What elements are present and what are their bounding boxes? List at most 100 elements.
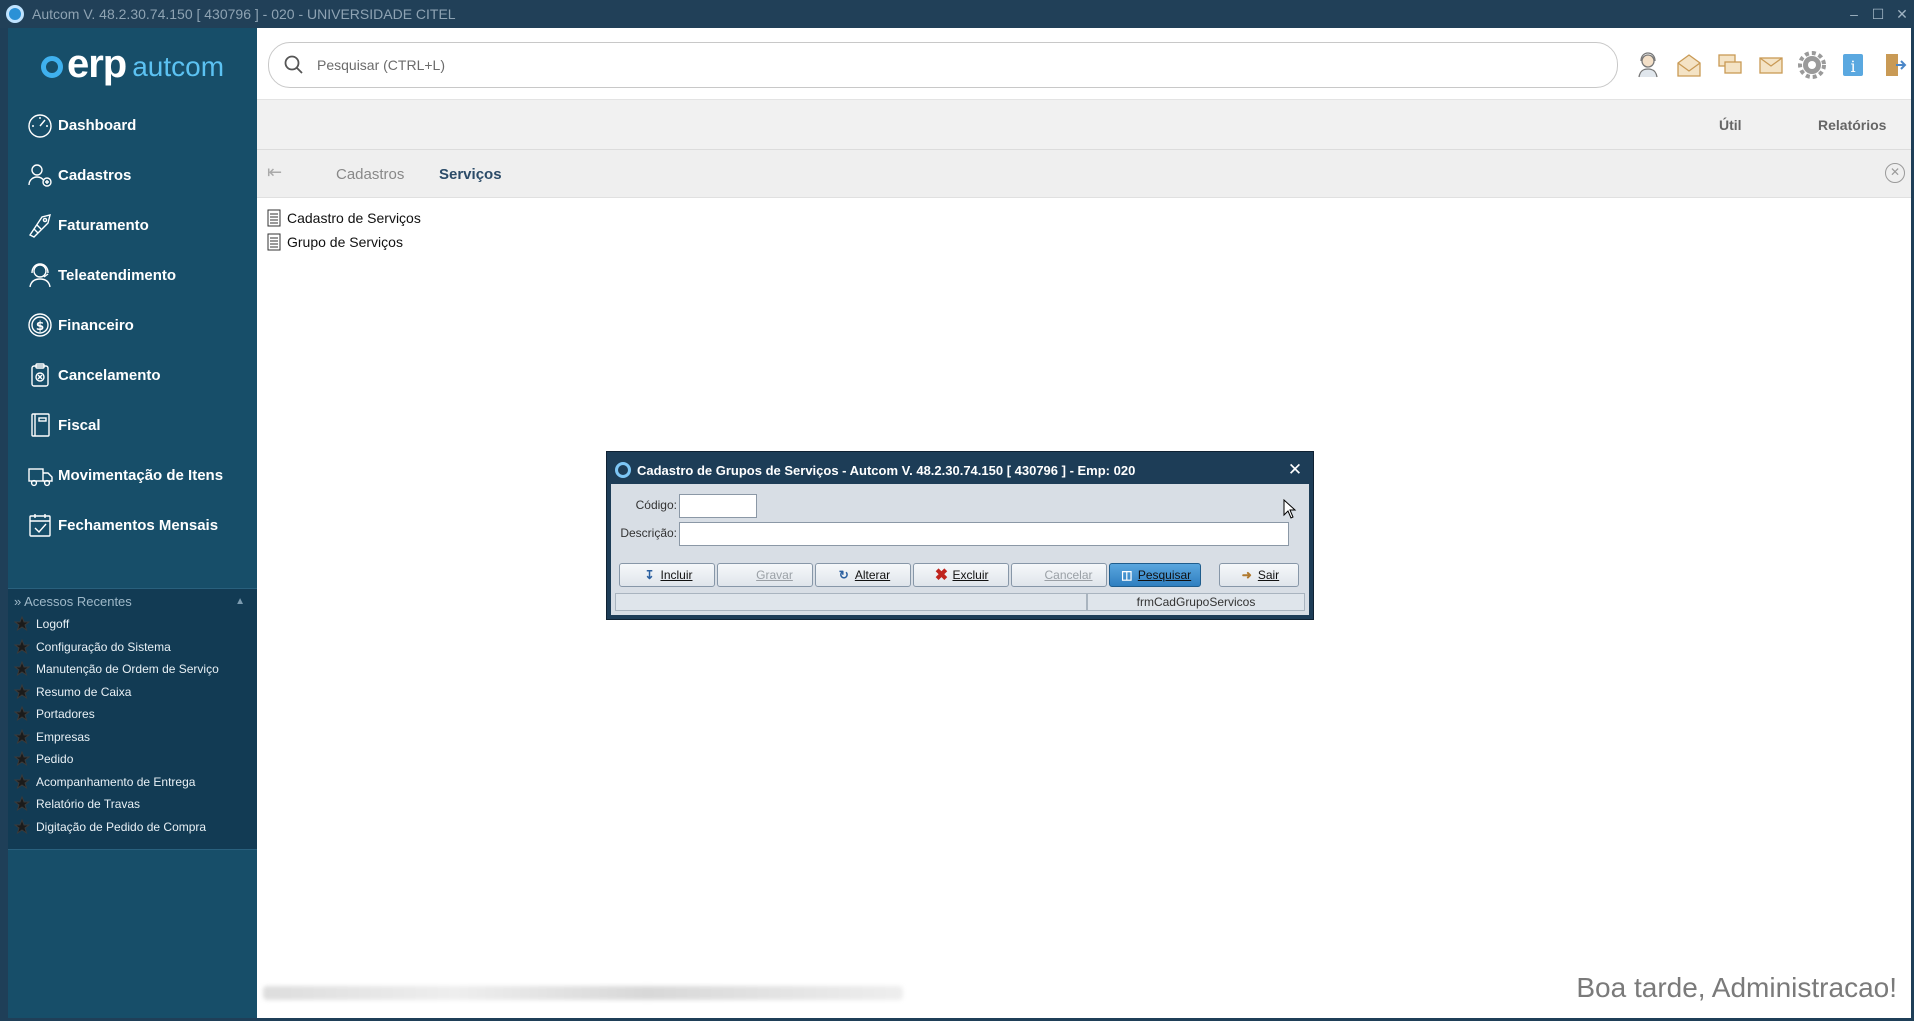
recent-item-label: Acompanhamento de Entrega [36,774,196,789]
button-label: Sair [1257,568,1280,582]
maximize-icon[interactable]: ☐ [1866,6,1890,23]
sidebar-item-dashboard[interactable]: Dashboard [8,100,257,150]
menu-label: Fechamentos Mensais [58,516,219,534]
envelope-icon[interactable] [1750,48,1791,82]
recent-item[interactable]: Relatório de Travas [8,793,257,816]
recent-item-label: Resumo de Caixa [36,684,132,699]
mail-open-icon[interactable] [1668,48,1709,82]
dialog-close-icon[interactable]: ✕ [1281,460,1309,480]
svg-text:i: i [1850,57,1855,76]
star-icon [14,661,30,677]
recent-item[interactable]: Resumo de Caixa [8,681,257,704]
gear-icon[interactable] [1791,48,1832,82]
logo-autcom-text: autcom [132,51,225,82]
breadcrumb-parent[interactable]: Cadastros [336,166,404,183]
incluir-button[interactable]: ↧ Incluir [619,563,715,587]
descricao-input[interactable] [679,522,1289,546]
button-label: Pesquisar [1137,568,1192,582]
sidebar-item-fiscal[interactable]: Fiscal [8,400,257,450]
recent-item[interactable]: Portadores [8,703,257,726]
recent-item[interactable]: Digitação de Pedido de Compra [8,816,257,839]
exit-door-icon[interactable] [1873,48,1914,82]
sair-button[interactable]: ➜ Sair [1219,563,1299,587]
back-arrow-icon[interactable]: ⇤ [267,162,282,183]
breadcrumb-current: Serviços [439,166,502,183]
star-icon [14,728,30,744]
sidebar-item-teleatendimento[interactable]: Teleatendimento [8,250,257,300]
recent-access-list: Logoff Configuração do Sistema Manutençã… [8,613,257,838]
dialog-app-icon [615,462,631,478]
cancelar-button[interactable]: Cancelar [1011,563,1107,587]
speedometer-icon [24,110,56,140]
save-icon [737,567,753,583]
menu-label: Movimentação de Itens [58,466,224,484]
recent-item[interactable]: Logoff [8,613,257,636]
logo-ring-icon [40,56,63,78]
truck-icon [24,460,56,490]
recent-item[interactable]: Manutenção de Ordem de Serviço [8,658,257,681]
sidebar-item-fechamentos[interactable]: Fechamentos Mensais [8,500,257,550]
close-tab-icon[interactable]: ✕ [1885,163,1905,183]
sidebar-item-faturamento[interactable]: Faturamento [8,200,257,250]
sidebar-item-movimentacao[interactable]: Movimentação de Itens [8,450,257,500]
clipboard-cancel-icon [24,360,56,390]
menu-label: Financeiro [58,316,134,334]
recent-item-label: Portadores [36,707,95,722]
menu-util[interactable]: Útil [1719,117,1742,133]
breadcrumb: ⇤ Cadastros Serviços ✕ [257,150,1911,198]
dialog-title: Cadastro de Grupos de Serviços - Autcom … [637,462,1136,478]
gravar-button[interactable]: Gravar [717,563,813,587]
menu-label: Cancelamento [58,366,161,384]
logo-erp-text: erp [66,41,127,86]
link-cadastro-servicos[interactable]: Cadastro de Serviços [267,206,1901,230]
window-title: Autcom V. 48.2.30.74.150 [ 430796 ] - 02… [32,6,456,22]
top-bar: i [257,28,1911,100]
info-icon[interactable]: i [1832,48,1873,82]
star-icon [14,818,30,834]
sidebar-item-cadastros[interactable]: Cadastros [8,150,257,200]
star-icon [14,751,30,767]
user-add-icon [24,160,56,190]
menu-label: Dashboard [58,116,137,134]
dialog-title-bar[interactable]: Cadastro de Grupos de Serviços - Autcom … [611,456,1309,484]
dialog-form: Código: Descrição: [611,484,1309,562]
codigo-input[interactable] [679,494,757,518]
support-agent-icon[interactable] [1627,48,1668,82]
sidebar-item-cancelamento[interactable]: Cancelamento [8,350,257,400]
recent-access-title: » Acessos Recentes [14,593,132,609]
excluir-button[interactable]: ✖ Excluir [913,563,1009,587]
menu-label: Faturamento [58,216,149,234]
recent-item[interactable]: Acompanhamento de Entrega [8,771,257,794]
collapse-caret-icon[interactable]: ▲ [235,596,245,607]
close-icon[interactable]: ✕ [1890,6,1914,23]
menu-relatorios[interactable]: Relatórios [1818,117,1886,133]
document-icon [24,410,56,440]
recent-item-label: Pedido [36,752,74,767]
sidebar-item-financeiro[interactable]: $ Financeiro [8,300,257,350]
status-left [615,593,1087,611]
cadastro-grupos-dialog: Cadastro de Grupos de Serviços - Autcom … [607,452,1313,619]
menu-label: Teleatendimento [58,266,177,284]
tag-icon [24,210,56,240]
minimize-icon[interactable]: – [1842,6,1866,22]
recent-item[interactable]: Empresas [8,726,257,749]
search-box[interactable] [268,42,1618,88]
recent-item[interactable]: Configuração do Sistema [8,636,257,659]
menu-bar: Útil Relatórios [257,100,1911,150]
search-input[interactable] [317,57,1317,73]
recent-item[interactable]: Pedido [8,748,257,771]
chat-icon[interactable] [1709,48,1750,82]
link-label: Grupo de Serviços [287,234,403,250]
alterar-button[interactable]: ↻ Alterar [815,563,911,587]
link-grupo-servicos[interactable]: Grupo de Serviços [267,230,1901,254]
exit-icon: ➜ [1241,568,1252,582]
recent-access-panel: » Acessos Recentes ▲ Logoff Configuração… [8,588,257,850]
pesquisar-button[interactable]: ◫ Pesquisar [1109,563,1201,587]
main-menu: Dashboard Cadastros Faturamento Teleaten… [8,100,257,550]
button-label: Alterar [854,568,891,582]
greeting-text: Boa tarde, Administracao! [1576,972,1897,1003]
button-label: Cancelar [1044,568,1093,582]
button-label: Gravar [756,568,793,582]
recent-access-header[interactable]: » Acessos Recentes ▲ [8,589,257,613]
document-list-icon [267,233,281,251]
